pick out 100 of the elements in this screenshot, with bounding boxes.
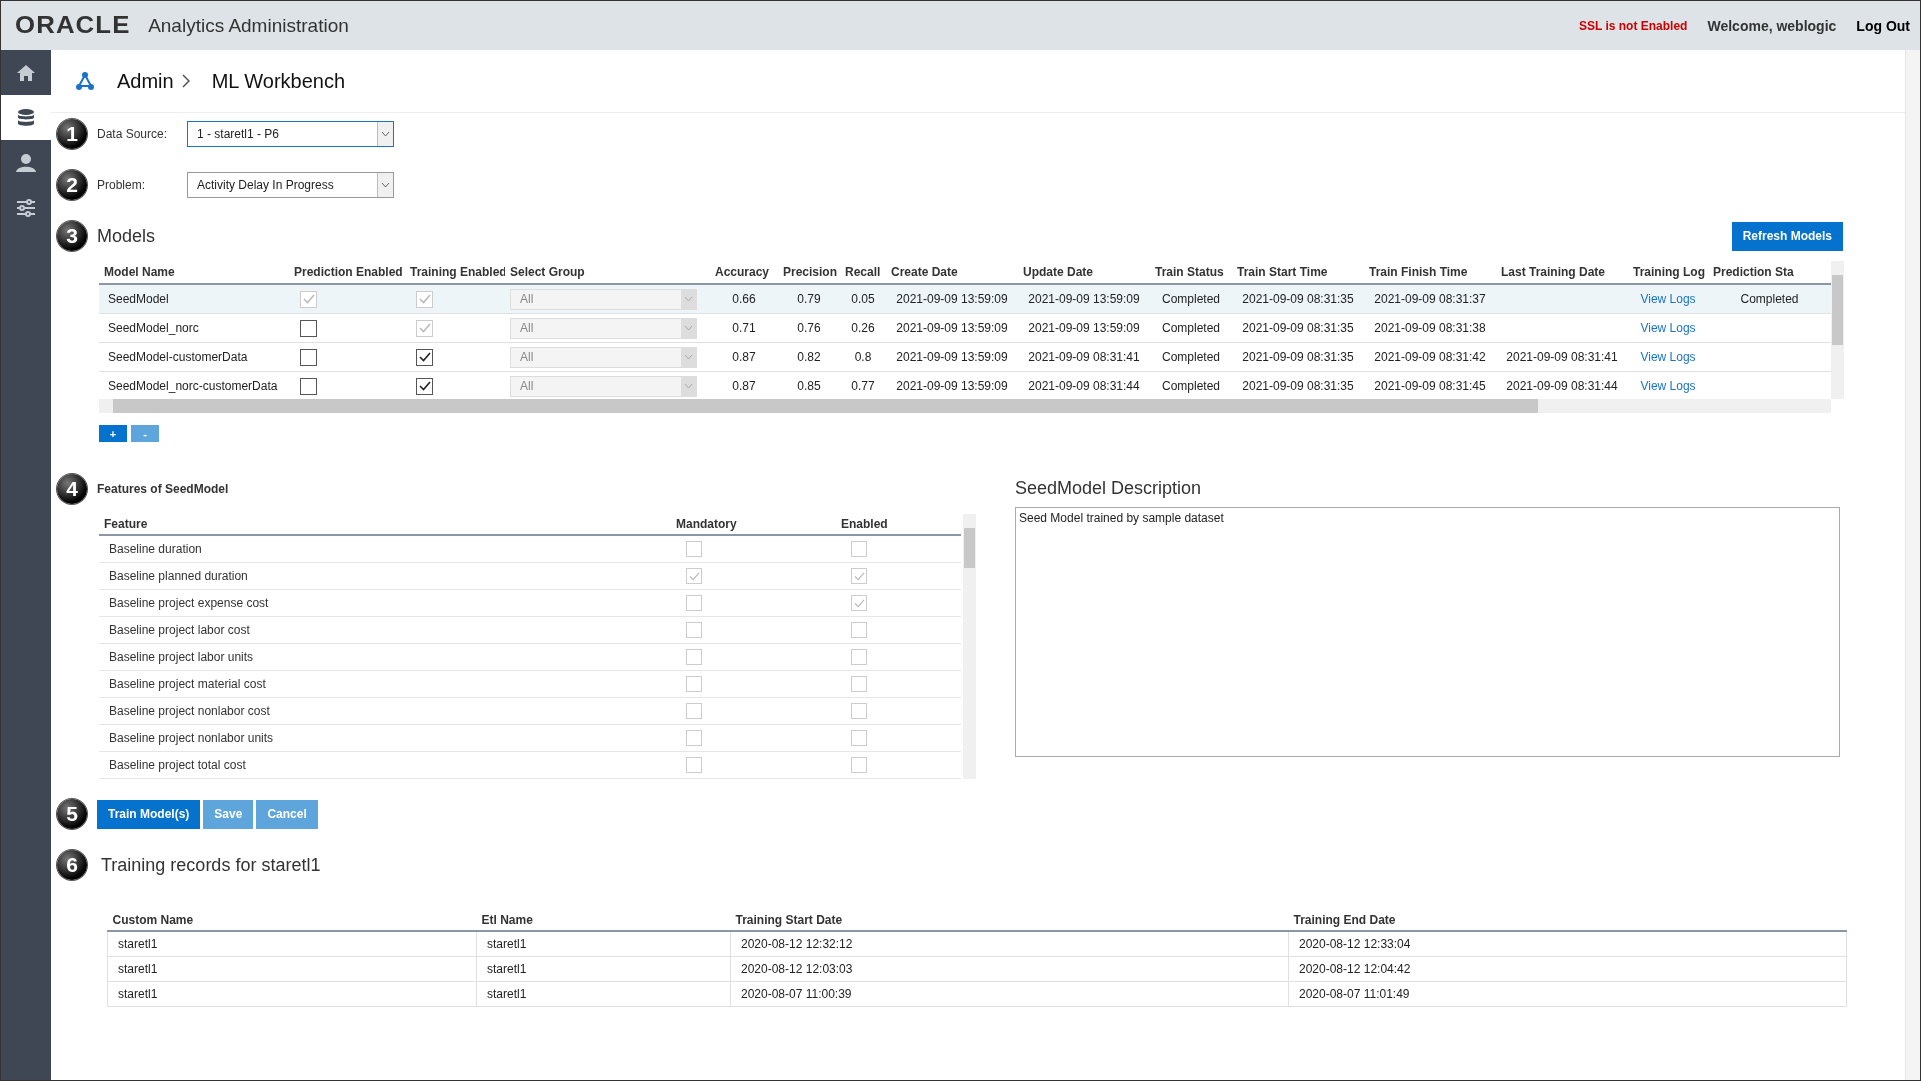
table-row[interactable]: SeedModel_norc All 0.71 0.76 0.26 2021-09-09 13:59:09 2021-09-09 13:59:09 Completed 2021-09-09 08:31:35 2021-09-09 08:31:38 View Logs — [99, 313, 1831, 343]
table-cell: Completed — [1162, 379, 1220, 393]
table-cell: 0.87 — [732, 350, 756, 364]
table-cell: 0.82 — [797, 350, 821, 364]
table-cell: Baseline project material cost — [109, 677, 266, 691]
table-cell: 2020-08-12 12:03:03 — [741, 962, 853, 976]
action-button[interactable]: Cancel — [256, 799, 318, 829]
table-cell: 2021-09-09 13:59:09 — [896, 379, 1008, 393]
ssl-warning: SSL is not Enabled — [1579, 18, 1688, 33]
home-icon — [16, 63, 36, 82]
table-cell: staretl1 — [487, 987, 527, 1001]
column-header: Training End Date — [1288, 910, 1847, 931]
step-number: 3 — [57, 221, 87, 251]
action-button[interactable]: Save — [203, 799, 254, 829]
table-cell: 0.8 — [854, 350, 872, 364]
table-cell: 0.71 — [732, 321, 756, 335]
chevron-icon — [181, 74, 190, 88]
column-header: Custom Name — [107, 910, 477, 931]
table-cell: 2021-09-09 08:31:41 — [1028, 350, 1140, 364]
checkbox[interactable] — [300, 377, 317, 395]
table-cell: Baseline project labor cost — [109, 623, 250, 637]
table-cell: staretl1 — [487, 962, 527, 976]
group-dropdown[interactable]: All — [510, 317, 697, 339]
table-cell: 2021-09-09 08:31:45 — [1374, 379, 1486, 393]
column-header: Enabled — [836, 514, 961, 535]
column-header: Feature — [99, 514, 671, 535]
table-cell: Baseline project nonlabor units — [109, 731, 274, 745]
group-dropdown[interactable]: All — [510, 346, 697, 368]
table-cell: 2020-08-12 12:32:12 — [741, 937, 853, 951]
table-cell: 2021-09-09 13:59:09 — [896, 321, 1008, 335]
table-cell: Baseline planned duration — [109, 569, 248, 583]
step-number: 4 — [57, 474, 87, 504]
table-cell: SeedModel-customerData — [108, 350, 248, 364]
table-cell: staretl1 — [487, 937, 527, 951]
table-cell: 2021-09-09 08:31:41 — [1506, 350, 1618, 364]
caret-icon — [381, 182, 390, 188]
remove-button[interactable]: - — [131, 425, 159, 442]
table-row[interactable]: SeedModel All 0.66 0.79 0.05 2021-09-09 13:59:09 2021-09-09 13:59:09 Completed 2021-09-09 08:31:35 2021-09-09 08:31:37 View Logs Completed — [99, 284, 1831, 314]
step-number: 2 — [57, 170, 87, 200]
table-cell: 2021-09-09 13:59:09 — [1028, 321, 1140, 335]
field-label: Data Source: — [97, 127, 169, 141]
sidebar-item[interactable] — [1, 95, 51, 140]
step-number: 1 — [57, 119, 87, 149]
checkbox[interactable] — [416, 377, 433, 395]
add-button[interactable]: + — [99, 425, 127, 442]
description-title: SeedModel Description — [1015, 478, 1203, 499]
table-cell: 2020-08-12 12:33:04 — [1299, 937, 1411, 951]
logout-link[interactable]: Log Out — [1856, 17, 1910, 34]
table-cell: Baseline project expense cost — [109, 596, 269, 610]
table-cell: SeedModel_norc-customerData — [108, 379, 278, 393]
caret-icon — [684, 325, 693, 331]
caret-icon — [684, 354, 693, 360]
table-cell: 2021-09-09 08:31:35 — [1242, 292, 1354, 306]
refresh-models-button[interactable]: Refresh Models — [1731, 221, 1843, 251]
table-cell: Baseline duration — [109, 542, 202, 556]
column-header: Etl Name — [476, 910, 731, 931]
table-cell: 0.77 — [851, 379, 875, 393]
group-dropdown[interactable]: All — [510, 288, 697, 310]
table-cell: 2021-09-09 08:31:42 — [1374, 350, 1486, 364]
table-cell: 0.87 — [732, 379, 756, 393]
table-cell: 2021-09-09 08:31:35 — [1242, 379, 1354, 393]
table-cell: SeedModel — [108, 292, 169, 306]
dropdown[interactable]: 1 - staretl1 - P6 — [187, 121, 394, 147]
view-logs-link[interactable]: View Logs — [1640, 350, 1696, 364]
column-header: Training Start Date — [730, 910, 1289, 931]
table-cell: 2021-09-09 08:31:44 — [1506, 379, 1618, 393]
action-button[interactable]: Train Model(s) — [97, 799, 201, 829]
network-icon — [75, 71, 95, 91]
view-logs-link[interactable]: View Logs — [1640, 321, 1696, 335]
caret-icon — [684, 296, 693, 302]
vertical-scrollbar[interactable] — [963, 514, 976, 779]
description-field[interactable]: Seed Model trained by sample dataset — [1015, 507, 1840, 757]
table-cell: Baseline project nonlabor cost — [109, 704, 270, 718]
checkbox[interactable] — [300, 319, 317, 337]
sliders-icon — [16, 198, 36, 217]
view-logs-link[interactable]: View Logs — [1640, 379, 1696, 393]
table-row[interactable]: SeedModel-customerData All 0.87 0.82 0.8 2021-09-09 13:59:09 2021-09-09 08:31:41 Completed 2021-09-09 08:31:35 2021-09-09 08:31:42 2021-09-09 08:31:41 View Logs — [99, 342, 1831, 372]
section-title: Models — [97, 225, 156, 247]
table-cell: staretl1 — [118, 987, 158, 1001]
table-cell: 0.66 — [732, 292, 756, 306]
table-cell: 2021-09-09 08:31:37 — [1374, 292, 1486, 306]
app-title: Analytics Administration — [148, 14, 349, 37]
vertical-scrollbar[interactable] — [1831, 261, 1844, 399]
horizontal-scrollbar[interactable] — [99, 399, 1831, 413]
group-dropdown[interactable]: All — [510, 375, 697, 397]
checkbox[interactable] — [416, 348, 433, 366]
dropdown[interactable]: Activity Delay In Progress — [187, 172, 394, 198]
checkbox[interactable] — [300, 348, 317, 366]
table-cell: 0.85 — [797, 379, 821, 393]
table-cell: 0.05 — [851, 292, 875, 306]
step-number: 6 — [57, 850, 87, 880]
table-cell: Completed — [1740, 292, 1799, 306]
table-cell: 2021-09-09 08:31:38 — [1374, 321, 1486, 335]
table-cell: 2021-09-09 13:59:09 — [896, 292, 1008, 306]
breadcrumb-link[interactable]: Admin — [117, 69, 174, 93]
step-number: 5 — [57, 799, 87, 829]
field-label: Problem: — [97, 178, 147, 192]
table-cell: 2020-08-07 11:01:49 — [1299, 987, 1410, 1001]
page-scrollbar[interactable] — [1905, 50, 1920, 1080]
table-cell: Baseline project labor units — [109, 650, 254, 664]
